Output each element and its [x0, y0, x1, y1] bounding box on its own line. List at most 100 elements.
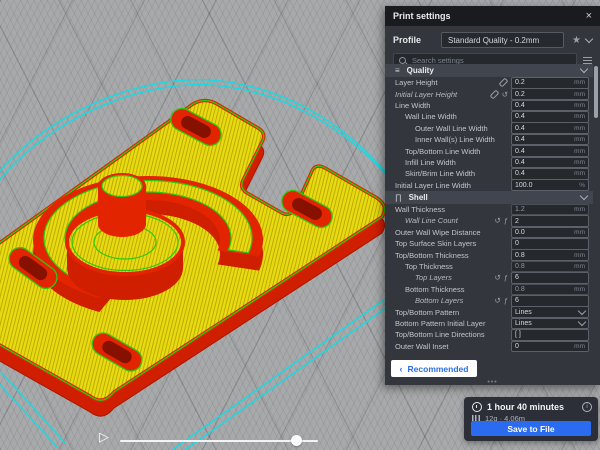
link-icon[interactable]: [499, 78, 509, 88]
setting-label: Top Surface Skin Layers: [395, 239, 508, 248]
setting-value-field[interactable]: 0.4mm: [511, 157, 589, 169]
close-icon[interactable]: ×: [586, 11, 592, 21]
setting-row: Initial Layer Height↺0.2mm: [385, 88, 593, 99]
section-header-quality[interactable]: ≡Quality: [385, 64, 593, 77]
clock-icon: [472, 402, 482, 412]
revert-icon[interactable]: ↺: [495, 217, 501, 224]
setting-value-field[interactable]: 0.4mm: [511, 111, 589, 123]
setting-unit: mm: [574, 113, 585, 120]
scrollbar-thumb[interactable]: [594, 66, 598, 118]
calculated-icon[interactable]: ƒ: [504, 274, 508, 281]
link-icon[interactable]: [489, 89, 499, 99]
setting-row: Infill Line Width0.4mm: [385, 157, 593, 168]
setting-value: 0.4: [515, 125, 574, 132]
setting-value-field[interactable]: 0mm: [511, 341, 589, 353]
setting-label: Bottom Pattern Initial Layer: [395, 319, 508, 328]
setting-value: 0.4: [515, 148, 574, 155]
setting-unit: mm: [574, 79, 585, 86]
quality-icon: ≡: [395, 66, 400, 75]
setting-value-field[interactable]: 0.2mm: [511, 88, 589, 100]
layer-slider-track[interactable]: [120, 440, 318, 442]
play-button[interactable]: ▷: [99, 430, 109, 444]
setting-unit: mm: [574, 125, 585, 132]
setting-label: Outer Wall Line Width: [395, 124, 508, 133]
setting-value-field[interactable]: 0.2mm: [511, 77, 589, 89]
setting-value: 0.2: [515, 79, 574, 86]
setting-value-field[interactable]: 6: [511, 295, 589, 307]
setting-value-field[interactable]: 0.4mm: [511, 168, 589, 180]
revert-icon[interactable]: ↺: [495, 297, 501, 304]
revert-icon[interactable]: ↺: [502, 91, 508, 98]
chevron-down-icon[interactable]: [580, 192, 588, 200]
setting-label: Bottom Thickness: [395, 285, 508, 294]
setting-value-field[interactable]: 1.2mm: [511, 204, 589, 216]
layer-slider-handle[interactable]: [291, 435, 302, 446]
setting-label: Wall Line Count: [395, 216, 492, 225]
setting-row: Top Surface Skin Layers0: [385, 238, 593, 249]
setting-row: Skirt/Brim Line Width0.4mm: [385, 168, 593, 179]
section-label: Shell: [409, 193, 428, 202]
setting-row: Top Layers↺ƒ6: [385, 272, 593, 283]
setting-unit: mm: [574, 343, 585, 350]
setting-value: 0.2: [515, 91, 574, 98]
setting-unit: mm: [574, 91, 585, 98]
panel-title: Print settings: [393, 11, 586, 21]
setting-value: 6: [515, 297, 585, 304]
revert-icon[interactable]: ↺: [495, 274, 501, 281]
setting-value-field[interactable]: 0.4mm: [511, 134, 589, 146]
section-header-shell[interactable]: ∏Shell: [385, 191, 593, 204]
setting-row: Wall Thickness1.2mm: [385, 204, 593, 215]
setting-icons: ↺ƒ: [492, 217, 508, 224]
setting-label: Initial Layer Line Width: [395, 181, 508, 190]
profile-dropdown[interactable]: Standard Quality - 0.2mm: [441, 32, 564, 48]
setting-label: Line Width: [395, 101, 508, 110]
setting-row: Top Thickness0.8mm: [385, 261, 593, 272]
setting-label: Wall Thickness: [395, 205, 508, 214]
setting-label: Layer Height: [395, 78, 496, 87]
recommended-button[interactable]: ‹ Recommended: [391, 360, 477, 377]
setting-value-field[interactable]: 100.0%: [511, 179, 589, 191]
chevron-down-icon: [578, 306, 586, 314]
setting-value-field[interactable]: 2: [511, 215, 589, 227]
setting-row: Wall Line Width0.4mm: [385, 111, 593, 122]
setting-row: Outer Wall Wipe Distance0.0mm: [385, 227, 593, 238]
setting-icons: ↺: [487, 91, 508, 98]
chevron-down-icon[interactable]: [580, 65, 588, 73]
setting-dropdown[interactable]: Lines: [511, 306, 589, 318]
setting-label: Inner Wall(s) Line Width: [395, 135, 508, 144]
model-cylinder: [98, 173, 146, 237]
setting-row: Wall Line Count↺ƒ2: [385, 215, 593, 226]
setting-unit: mm: [574, 136, 585, 143]
setting-label: Infill Line Width: [395, 158, 508, 167]
setting-value-field[interactable]: 0.8mm: [511, 249, 589, 261]
chevron-down-icon[interactable]: [585, 34, 593, 42]
setting-value: 0.8: [515, 263, 574, 270]
setting-value: 0: [515, 343, 574, 350]
setting-value-field[interactable]: 0.4mm: [511, 100, 589, 112]
star-icon[interactable]: ★: [572, 35, 581, 46]
calculated-icon[interactable]: ƒ: [504, 297, 508, 304]
save-to-file-button[interactable]: Save to File: [471, 421, 591, 436]
setting-unit: mm: [574, 148, 585, 155]
setting-value-field[interactable]: [ ]: [511, 329, 589, 341]
setting-row: Bottom Layers↺ƒ6: [385, 295, 593, 306]
setting-value: 6: [515, 274, 585, 281]
setting-icons: [496, 80, 508, 85]
info-icon[interactable]: i: [582, 402, 592, 412]
setting-unit: %: [579, 182, 585, 189]
setting-value-field[interactable]: 6: [511, 272, 589, 284]
setting-value-field[interactable]: 0: [511, 238, 589, 250]
setting-value-field[interactable]: 0.4mm: [511, 145, 589, 157]
calculated-icon[interactable]: ƒ: [504, 217, 508, 224]
setting-value-field[interactable]: 0.8mm: [511, 284, 589, 296]
panel-drag-handle[interactable]: •••: [385, 379, 600, 386]
setting-value: 0.4: [515, 159, 574, 166]
setting-label: Top Layers: [395, 273, 492, 282]
setting-dropdown[interactable]: Lines: [511, 318, 589, 330]
setting-value: Lines: [515, 309, 579, 316]
setting-value-field[interactable]: 0.4mm: [511, 122, 589, 134]
panel-header[interactable]: Print settings ×: [385, 6, 600, 26]
setting-row: Initial Layer Line Width100.0%: [385, 180, 593, 191]
setting-value-field[interactable]: 0.8mm: [511, 261, 589, 273]
setting-value-field[interactable]: 0.0mm: [511, 227, 589, 239]
